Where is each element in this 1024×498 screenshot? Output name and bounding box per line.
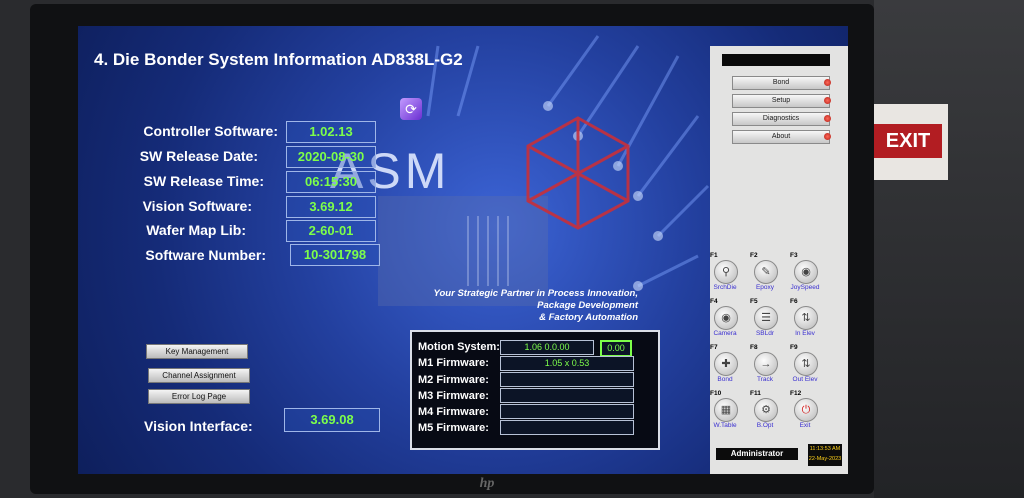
elevator-out-icon[interactable]: ⇅ [794,352,818,376]
refresh-icon[interactable]: ⟳ [400,98,422,120]
software-number-value: 10-301798 [290,244,380,266]
f4-key-label: F4 [710,298,718,305]
motion-system-label: Motion System: [418,341,500,353]
clock-display: 11:13:53 AM 22-May-2023 [808,444,842,466]
background-wall [874,0,1024,498]
f12-caption: Exit [799,422,811,429]
tagline-line-3: & Factory Automation [539,312,638,323]
f11-caption: B.Opt [756,422,774,429]
vision-interface-label: Vision Interface: [144,418,253,434]
sw-release-time-label: SW Release Time: [143,173,264,189]
f1-key-label: F1 [710,252,718,259]
channel-assignment-button[interactable]: Channel Assignment [148,368,250,383]
joystick-icon[interactable]: ◉ [794,260,818,284]
table-icon[interactable]: ▦ [714,398,738,422]
menu-bond-label: Bond [772,79,790,86]
wafer-map-lib-label: Wafer Map Lib: [146,222,246,238]
menu-about-label: About [771,133,791,140]
clock-time: 11:13:53 AM [809,446,841,452]
m4-firmware-label: M4 Firmware: [418,406,489,418]
screen: 4. Die Bonder System Information AD838L-… [78,26,848,474]
camera-icon[interactable]: ◉ [714,306,738,330]
page-title: 4. Die Bonder System Information AD838L-… [94,50,463,69]
key-management-button[interactable]: Key Management [146,344,248,359]
options-icon[interactable]: ⚙ [754,398,778,422]
search-icon[interactable]: ⚲ [714,260,738,284]
wafer-map-lib-value: 2-60-01 [286,220,376,242]
menu-setup-label: Setup [771,97,791,104]
vision-software-value: 3.69.12 [286,196,376,218]
f8-key-label: F8 [750,344,758,351]
menu-setup-button[interactable]: Setup [732,94,831,108]
f9-caption: Out Elev [792,376,818,383]
controller-software-label: Controller Software: [143,123,278,139]
f9-key-label: F9 [790,344,798,351]
m3-firmware-value [500,388,634,403]
motion-system-panel: Motion System: 1.06 0.0.00 0.00 M1 Firmw… [410,330,660,450]
sw-release-date-value: 2020-08-30 [286,146,376,168]
epoxy-icon[interactable]: ✎ [754,260,778,284]
sw-release-time-value: 06:15:30 [286,171,376,193]
vision-interface-value: 3.69.08 [284,408,380,432]
m3-firmware-label: M3 Firmware: [418,390,489,402]
m1-firmware-value: 1.05 x 0.53 [500,356,634,371]
f2-key-label: F2 [750,252,758,259]
f7-key-label: F7 [710,344,718,351]
f8-caption: Track [756,376,773,383]
exit-sign-text: EXIT [874,124,942,158]
m4-firmware-value [500,404,634,419]
menu-bond-button[interactable]: Bond [732,76,831,90]
f6-caption: In Elev [795,330,815,337]
f10-key-label: F10 [710,390,722,397]
menu-diagnostics-button[interactable]: Diagnostics [732,112,831,126]
m2-firmware-label: M2 Firmware: [418,374,489,386]
top-status-bar [722,54,830,66]
sw-release-date-label: SW Release Date: [139,148,258,164]
m5-firmware-value [500,420,634,435]
monitor-logo: hp [479,476,495,491]
f1-caption: SrchDie [713,284,737,291]
exit-sign: EXIT [868,104,948,180]
track-icon[interactable]: → [754,352,778,376]
menu-about-button[interactable]: About [732,130,831,144]
f7-caption: Bond [717,376,733,383]
elevator-in-icon[interactable]: ⇅ [794,306,818,330]
f3-caption: JoySpeed [790,284,820,291]
m5-firmware-label: M5 Firmware: [418,422,489,434]
vision-software-label: Vision Software: [142,198,252,214]
tagline-line-1: Your Strategic Partner in Process Innova… [433,288,638,299]
f2-caption: Epoxy [755,284,775,291]
motion-system-extra: 0.00 [600,340,632,357]
menu-diagnostics-label: Diagnostics [762,115,800,122]
motion-system-value: 1.06 0.0.00 [500,340,594,355]
indicator-dot-icon [824,133,831,140]
indicator-dot-icon [824,97,831,104]
controller-software-value: 1.02.13 [286,121,376,143]
user-status: Administrator [716,448,798,460]
m1-firmware-label: M1 Firmware: [418,357,489,369]
f6-key-label: F6 [790,298,798,305]
f4-caption: Camera [713,330,737,337]
tagline-line-2: Package Development [537,300,638,311]
indicator-dot-icon [824,115,831,122]
f5-key-label: F5 [750,298,758,305]
f3-key-label: F3 [790,252,798,259]
error-log-page-button[interactable]: Error Log Page [148,389,250,404]
f5-caption: SBLdr [755,330,775,337]
loader-icon[interactable]: ☰ [754,306,778,330]
clock-date: 22-May-2023 [808,456,842,462]
software-number-label: Software Number: [145,247,266,263]
power-icon[interactable]: ⏻ [794,398,818,422]
right-side-panel: Bond Setup Diagnostics About F1 ⚲ SrchDi… [710,46,848,474]
tagline: Your Strategic Partner in Process Innova… [408,288,638,324]
f11-key-label: F11 [750,390,761,397]
bond-icon[interactable]: ✚ [714,352,738,376]
f12-key-label: F12 [790,390,802,397]
f10-caption: W.Table [713,422,737,429]
indicator-dot-icon [824,79,831,86]
m2-firmware-value [500,372,634,387]
